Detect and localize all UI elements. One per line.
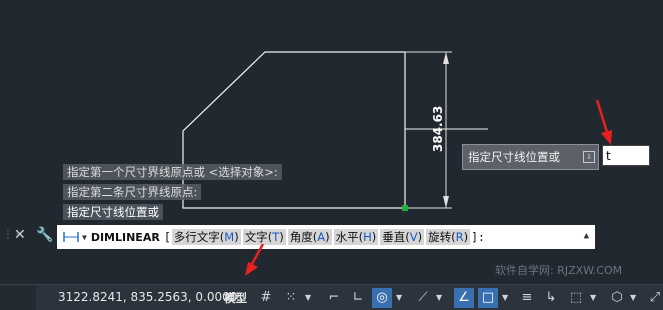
- model-space-button[interactable]: 模型: [224, 290, 247, 306]
- selection-cycling-icon[interactable]: ⬚: [566, 288, 586, 308]
- object-snap-icon[interactable]: □: [478, 288, 498, 308]
- status-bar: 3122.8241, 835.2563, 0.0000 模型 # ⁙ ▼ ⌐ ∟…: [0, 284, 663, 310]
- object-snap-tracking-icon[interactable]: ∠: [454, 288, 474, 308]
- chevron-down-icon[interactable]: ▼: [436, 288, 442, 308]
- grid-icon[interactable]: #: [256, 288, 276, 308]
- red-arrow-annotation-2: [245, 243, 265, 276]
- coordinate-readout[interactable]: 3122.8241, 835.2563, 0.0000: [58, 290, 237, 304]
- isodraft-icon[interactable]: ⟋: [413, 288, 433, 308]
- annotation-scale-icon[interactable]: ⤢: [645, 288, 663, 308]
- chevron-down-icon[interactable]: ▼: [502, 288, 508, 308]
- 3d-osnap-icon[interactable]: ⬡: [607, 288, 627, 308]
- chevron-down-icon[interactable]: ▼: [630, 288, 636, 308]
- ucs-icon[interactable]: ↳: [541, 288, 561, 308]
- chevron-down-icon[interactable]: ▼: [305, 288, 311, 308]
- ortho-icon[interactable]: ∟: [348, 288, 368, 308]
- snap-icon[interactable]: ⁙: [281, 288, 301, 308]
- chevron-down-icon[interactable]: ▼: [590, 288, 596, 308]
- lineweight-icon[interactable]: ≡: [517, 288, 537, 308]
- polar-tracking-icon[interactable]: ◎: [372, 288, 392, 308]
- watermark-text: 软件自学网: RJZXW.COM: [495, 264, 623, 277]
- chevron-down-icon[interactable]: ▼: [396, 288, 402, 308]
- status-bar-left-panel: [0, 285, 36, 310]
- infer-constraints-icon[interactable]: ⌐: [324, 288, 344, 308]
- annotation-overlay: [245, 243, 265, 276]
